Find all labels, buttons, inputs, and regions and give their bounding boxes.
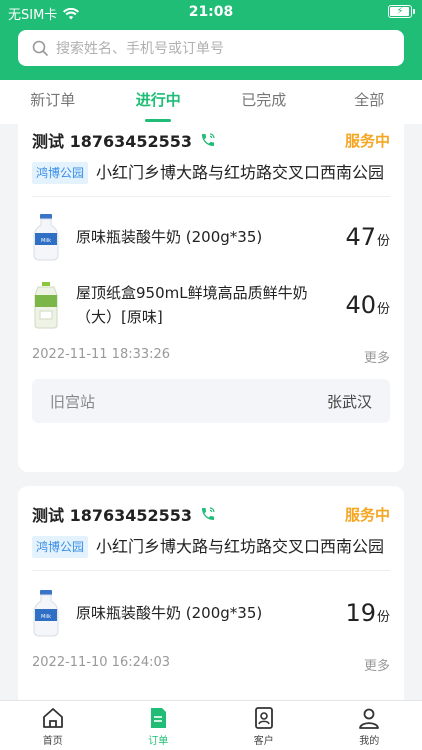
product-item: Milk 原味瓶装酸牛奶 (200g*35) 47份 [32,203,390,271]
contact-text: 测试 18763452553 [32,132,193,151]
nav-home[interactable]: 首页 [0,701,106,750]
battery-icon: ⚡ [388,5,415,18]
route-bar: 旧宫站 张武汉 [32,379,390,423]
product-name: 屋顶纸盒950mL鲜境高品质鲜牛奶（大）[原味] [76,284,308,326]
order-card[interactable]: 测试 18763452553 服务中 鸿博公园 小红门乡博大路与红坊路交叉口西南公… [18,486,404,700]
tab-new[interactable]: 新订单 [0,80,106,124]
more-link[interactable]: 更多 [364,655,390,674]
status-badge: 服务中 [344,132,390,150]
nav-customers[interactable]: 客户 [211,701,317,750]
product-qty: 47份 [345,223,390,251]
search-icon [32,40,48,56]
status-bar: 无SIM卡 21:08 ⚡ [0,0,422,24]
nav-mine[interactable]: 我的 [317,701,422,750]
address-text: 小红门乡博大路与红坊路交叉口西南公园 [96,537,385,556]
tab-in-progress[interactable]: 进行中 [106,80,212,124]
address-block: 鸿博公园 小红门乡博大路与红坊路交叉口西南公园 [32,162,390,197]
more-link[interactable]: 更多 [364,347,390,366]
address-block: 鸿博公园 小红门乡博大路与红坊路交叉口西南公园 [32,536,390,571]
tab-completed[interactable]: 已完成 [211,80,317,124]
bottom-nav: 首页 订单 客户 我的 [0,700,422,750]
community-tag: 鸿博公园 [32,162,89,184]
product-name: 原味瓶装酸牛奶 (200g*35) [76,604,263,622]
status-time: 21:08 [188,4,234,20]
tab-all[interactable]: 全部 [317,80,422,124]
order-tabs: 新订单 进行中 已完成 全部 [0,80,422,124]
product-item: 屋顶纸盒950mL鲜境高品质鲜牛奶（大）[原味] 40份 [32,271,390,339]
home-icon [42,708,63,728]
courier-name: 张武汉 [326,393,372,411]
search-input[interactable]: 搜索姓名、手机号或订单号 [18,30,404,66]
product-qty: 40份 [345,291,390,319]
order-date: 2022-11-11 18:33:26 [32,347,171,362]
community-tag: 鸿博公园 [32,536,89,558]
milk-carton-icon [34,282,58,329]
product-qty: 19份 [345,599,390,627]
svg-text:Milk: Milk [41,238,51,244]
product-name: 原味瓶装酸牛奶 (200g*35) [76,228,263,246]
product-item: Milk 原味瓶装酸牛奶 (200g*35) 19份 [32,579,390,647]
profile-icon [359,708,380,729]
svg-text:Milk: Milk [41,614,51,620]
order-card[interactable]: 测试 18763452553 服务中 鸿博公园 小红门乡博大路与红坊路交叉口西南公… [18,124,404,472]
order-list: 测试 18763452553 服务中 鸿博公园 小红门乡博大路与红坊路交叉口西南公… [0,124,422,700]
status-badge: 服务中 [344,506,390,524]
yogurt-bottle-icon: Milk [33,590,59,637]
customer-icon [254,707,273,729]
orders-icon [151,708,167,728]
yogurt-bottle-icon: Milk [33,214,59,261]
station-name: 旧宫站 [50,393,96,411]
address-text: 小红门乡博大路与红坊路交叉口西南公园 [96,163,385,182]
order-date: 2022-11-10 16:24:03 [32,655,171,670]
phone-icon[interactable] [200,506,216,522]
phone-icon[interactable] [200,132,216,148]
search-placeholder: 搜索姓名、手机号或订单号 [56,41,224,57]
contact-text: 测试 18763452553 [32,506,193,525]
nav-orders[interactable]: 订单 [106,701,212,750]
app-header: 无SIM卡 21:08 ⚡ 搜索姓名、手机号或订单号 [0,0,422,80]
